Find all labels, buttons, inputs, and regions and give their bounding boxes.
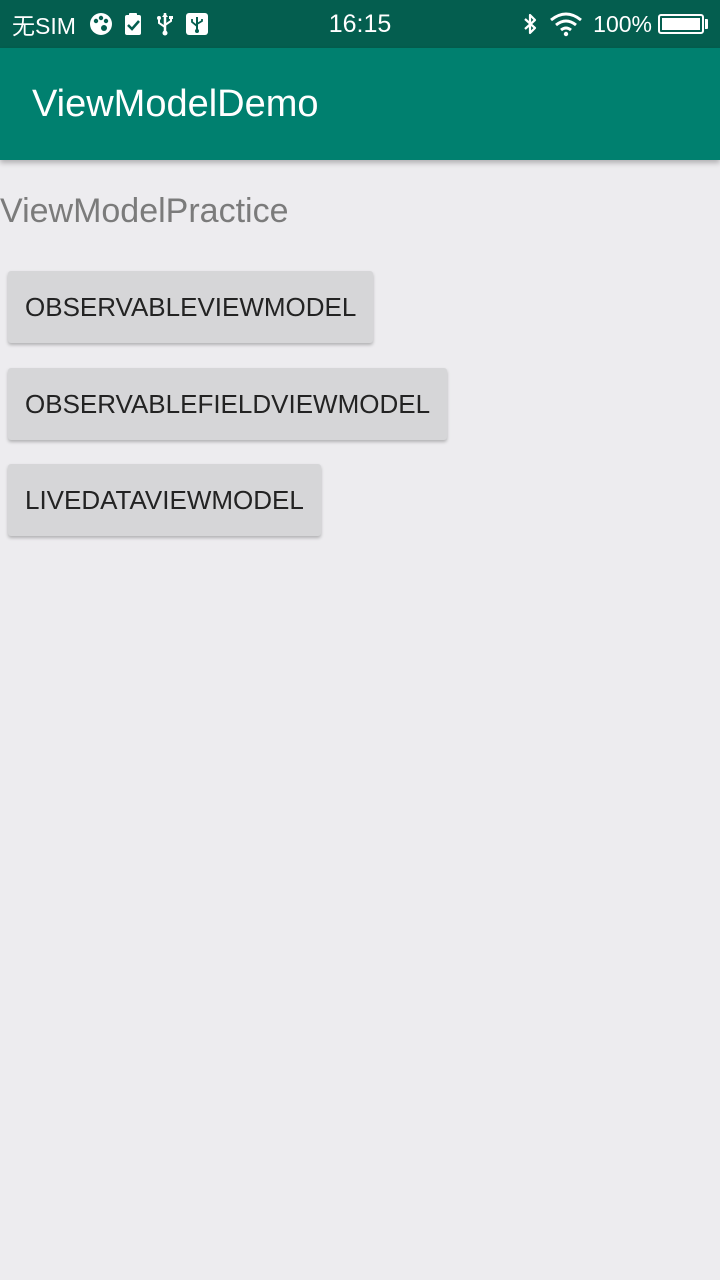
page-heading: ViewModelPractice xyxy=(0,192,289,230)
battery-level-fill xyxy=(662,18,700,30)
observable-field-viewmodel-button[interactable]: OBSERVABLEFIELDVIEWMODEL xyxy=(8,368,448,440)
observable-viewmodel-button[interactable]: OBSERVABLEVIEWMODEL xyxy=(8,271,374,343)
wifi-icon xyxy=(549,11,583,37)
bluetooth-icon xyxy=(517,11,543,37)
livedata-viewmodel-button[interactable]: LIVEDATAVIEWMODEL xyxy=(8,464,321,536)
status-bar: 无SIM 16:15 100% xyxy=(0,0,720,48)
app-bar: ViewModelDemo xyxy=(0,48,720,160)
battery-percent: 100% xyxy=(593,10,652,37)
battery-tip xyxy=(705,19,708,29)
app-title: ViewModelDemo xyxy=(32,83,319,125)
status-right-group: 100% xyxy=(517,0,708,48)
battery-icon xyxy=(658,14,704,34)
